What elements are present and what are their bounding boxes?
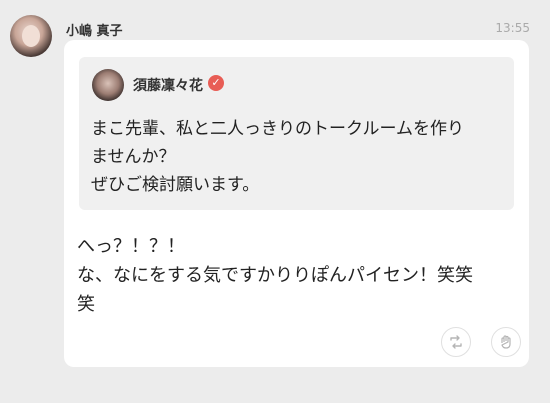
message-bubble: 須藤凜々花 ✓ まこ先輩、私と二人っきりのトークルームを作り ませんか？ ぜひご…	[64, 40, 529, 367]
verified-badge-icon: ✓	[208, 75, 224, 91]
message-text: へっ？！？！ な、なにをする気ですかりりぽんパイセン！笑笑 笑	[77, 236, 473, 315]
repost-icon	[450, 335, 462, 349]
repost-button[interactable]	[441, 327, 471, 357]
quoted-author-avatar	[92, 69, 124, 101]
sender-avatar[interactable]	[10, 15, 52, 57]
quoted-author-name: 須藤凜々花	[133, 78, 203, 94]
timestamp: 13:55	[495, 21, 530, 35]
avatar-face	[22, 25, 40, 47]
quoted-text: まこ先輩、私と二人っきりのトークルームを作り ませんか？ ぜひご検討願います。	[91, 119, 464, 195]
clap-icon	[501, 335, 511, 349]
quoted-message[interactable]: 須藤凜々花 ✓ まこ先輩、私と二人っきりのトークルームを作り ませんか？ ぜひご…	[79, 57, 514, 210]
clap-button[interactable]	[491, 327, 521, 357]
sender-name: 小嶋 真子	[66, 24, 123, 39]
